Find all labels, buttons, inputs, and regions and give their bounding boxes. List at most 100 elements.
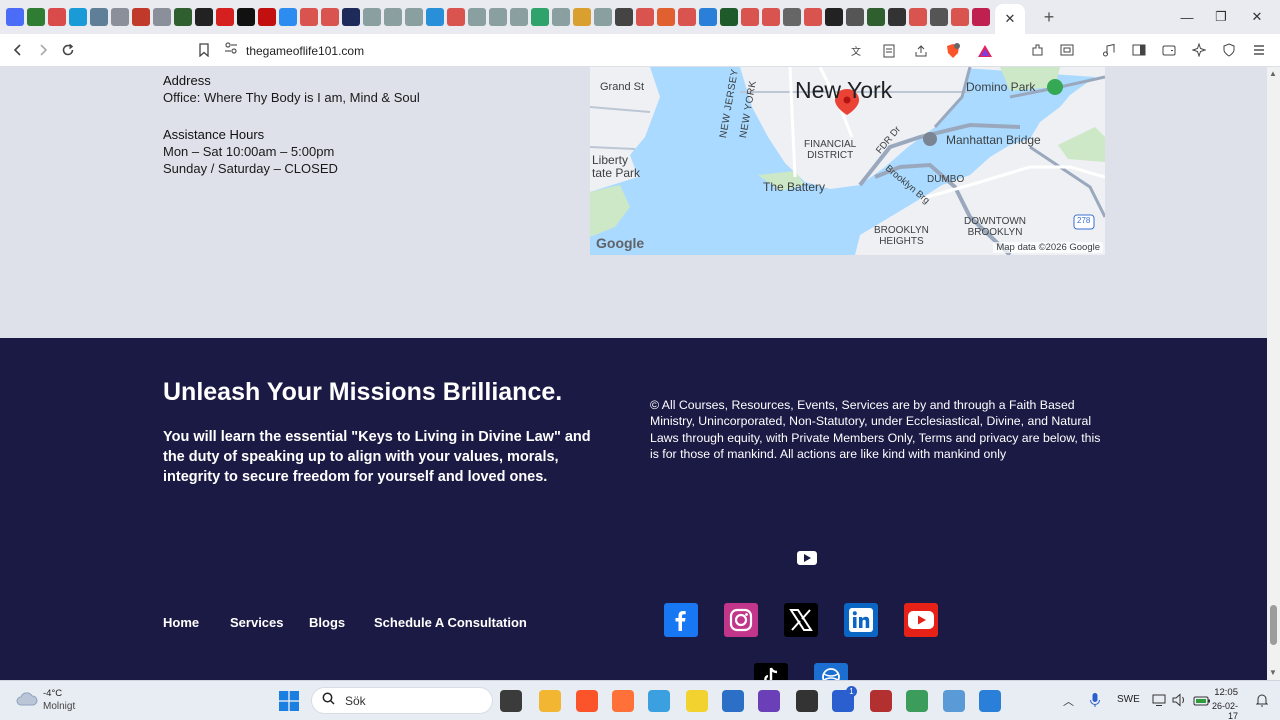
pinned-tab-favicon[interactable]	[173, 8, 192, 26]
pinned-tab-favicon[interactable]	[110, 8, 129, 26]
vpn-icon[interactable]	[1216, 37, 1242, 63]
pinned-tab-favicon[interactable]	[782, 8, 801, 26]
language-indicator[interactable]: SWE	[1117, 694, 1140, 705]
share-icon[interactable]	[908, 38, 934, 64]
scroll-thumb[interactable]	[1270, 605, 1277, 645]
pinned-tab-favicon[interactable]	[68, 8, 87, 26]
pinned-tab-favicon[interactable]	[950, 8, 969, 26]
scroll-down-icon[interactable]: ▼	[1269, 668, 1277, 677]
pinned-tab-favicon[interactable]	[971, 8, 990, 26]
instagram-icon[interactable]	[724, 603, 758, 637]
pinned-tab-favicon[interactable]	[236, 8, 255, 26]
footer-nav-services[interactable]: Services	[230, 615, 284, 630]
x-twitter-icon[interactable]	[784, 603, 818, 637]
pinned-tab-favicon[interactable]	[908, 8, 927, 26]
app-layers-icon[interactable]	[906, 690, 928, 712]
extensions-icon[interactable]	[1024, 37, 1050, 63]
pinned-tab-favicon[interactable]	[425, 8, 444, 26]
footer-nav-home[interactable]: Home	[163, 615, 199, 630]
pinned-tab-favicon[interactable]	[467, 8, 486, 26]
brave-shield-icon[interactable]	[940, 38, 966, 64]
leo-ai-icon[interactable]	[1186, 37, 1212, 63]
pinned-tab-favicon[interactable]	[257, 8, 276, 26]
app-purple-icon[interactable]	[758, 690, 780, 712]
footer-nav-schedule[interactable]: Schedule A Consultation	[374, 615, 527, 630]
pinned-tab-favicon[interactable]	[383, 8, 402, 26]
app-edit-icon[interactable]	[979, 690, 1001, 712]
pinned-tab-favicon[interactable]	[845, 8, 864, 26]
pinned-tab-favicon[interactable]	[719, 8, 738, 26]
pinned-tab-favicon[interactable]	[698, 8, 717, 26]
task-view-icon[interactable]	[500, 690, 522, 712]
pinned-tab-favicon[interactable]	[89, 8, 108, 26]
footer-nav-blogs[interactable]: Blogs	[309, 615, 345, 630]
pinned-tab-favicon[interactable]	[530, 8, 549, 26]
app-grid-icon[interactable]	[870, 690, 892, 712]
pinned-tab-favicon[interactable]	[341, 8, 360, 26]
notification-bell-icon[interactable]	[1255, 693, 1269, 712]
microphone-icon[interactable]	[1089, 692, 1101, 713]
pinned-tab-favicon[interactable]	[404, 8, 423, 26]
sidebar-icon[interactable]	[1126, 37, 1152, 63]
youtube-small-icon[interactable]	[797, 551, 817, 565]
pinned-tab-favicon[interactable]	[488, 8, 507, 26]
firefox-icon[interactable]	[612, 690, 634, 712]
pinned-tab-favicon[interactable]	[131, 8, 150, 26]
pinned-tab-favicon[interactable]	[26, 8, 45, 26]
pinned-tab-favicon[interactable]	[740, 8, 759, 26]
pinned-tab-favicon[interactable]	[299, 8, 318, 26]
taskbar-search[interactable]: Sök	[311, 687, 493, 714]
pinned-tab-favicon[interactable]	[635, 8, 654, 26]
pinned-tab-favicon[interactable]	[509, 8, 528, 26]
app-w-icon[interactable]	[648, 690, 670, 712]
pinned-tab-favicon[interactable]	[761, 8, 780, 26]
page-scrollbar[interactable]: ▲ ▼	[1267, 67, 1280, 680]
pinned-tab-favicon[interactable]	[866, 8, 885, 26]
new-tab-button[interactable]: +	[1039, 7, 1059, 28]
pinned-tab-favicon[interactable]	[803, 8, 822, 26]
file-explorer-icon[interactable]	[539, 690, 561, 712]
volume-icon[interactable]	[1172, 693, 1188, 712]
linkedin-icon[interactable]	[844, 603, 878, 637]
brave-rewards-icon[interactable]	[972, 38, 998, 64]
app-m-icon[interactable]	[686, 690, 708, 712]
bookmark-icon[interactable]	[191, 37, 217, 63]
pinned-tab-favicon[interactable]	[320, 8, 339, 26]
screenshot-icon[interactable]	[1054, 37, 1080, 63]
active-tab[interactable]: ✕	[995, 4, 1025, 34]
pinned-tab-favicon[interactable]	[677, 8, 696, 26]
google-map[interactable]: Grand St New York Domino Park NEW JERSEY…	[590, 67, 1105, 255]
weather-cloud-icon[interactable]	[16, 691, 38, 712]
tiktok-icon[interactable]	[754, 663, 788, 680]
pinned-tab-favicon[interactable]	[614, 8, 633, 26]
clock-time[interactable]: 12:05	[1212, 687, 1238, 698]
pinned-tab-favicon[interactable]	[446, 8, 465, 26]
close-tab-icon[interactable]: ✕	[1005, 11, 1016, 27]
pinned-tab-favicon[interactable]	[215, 8, 234, 26]
wallet-icon[interactable]	[1156, 37, 1182, 63]
facebook-icon[interactable]	[664, 603, 698, 637]
map-attribution[interactable]: Map data ©2026 Google	[993, 242, 1103, 253]
back-arrow-icon[interactable]	[5, 37, 31, 63]
brave-browser-icon[interactable]	[576, 690, 598, 712]
pinned-tab-favicon[interactable]	[194, 8, 213, 26]
pinned-tab-favicon[interactable]	[572, 8, 591, 26]
reload-icon[interactable]	[55, 37, 81, 63]
pinned-tab-favicon[interactable]	[152, 8, 171, 26]
media-icon[interactable]	[1096, 37, 1122, 63]
app-tool-icon[interactable]	[943, 690, 965, 712]
site-settings-icon[interactable]	[224, 41, 238, 60]
pinned-tab-favicon[interactable]	[5, 8, 24, 26]
windows-start-icon[interactable]	[279, 691, 299, 716]
pinned-tab-favicon[interactable]	[593, 8, 612, 26]
scroll-up-icon[interactable]: ▲	[1269, 69, 1277, 78]
youtube-icon[interactable]	[904, 603, 938, 637]
app-dark-icon[interactable]	[796, 690, 818, 712]
app-blue-icon[interactable]	[722, 690, 744, 712]
pinned-tab-favicon[interactable]	[362, 8, 381, 26]
pinned-tab-favicon[interactable]	[887, 8, 906, 26]
pinned-tab-favicon[interactable]	[824, 8, 843, 26]
pinned-tab-favicon[interactable]	[551, 8, 570, 26]
website-globe-icon[interactable]	[814, 663, 848, 680]
forward-arrow-icon[interactable]	[30, 37, 56, 63]
